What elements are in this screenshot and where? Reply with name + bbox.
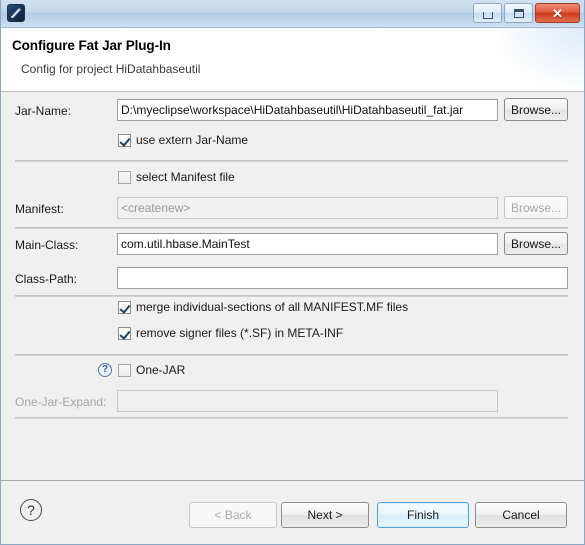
separator-jar-name <box>15 160 568 162</box>
close-icon: ✕ <box>552 5 563 21</box>
checkbox-box <box>118 170 131 184</box>
checkbox-box <box>118 363 131 377</box>
main-class-label: Main-Class: <box>15 238 79 252</box>
fat-jar-configure-dialog: ✕ Configure Fat Jar Plug-In Config for p… <box>0 0 585 545</box>
jar-name-browse-button[interactable]: Browse... <box>504 98 568 121</box>
remove-signer-checkbox[interactable]: remove signer files (*.SF) in META-INF <box>118 326 343 340</box>
fatjar-plugin-icon <box>7 4 25 22</box>
select-manifest-file-label: select Manifest file <box>136 170 235 184</box>
wizard-button-bar: ? < Back Next > Finish Cancel <box>1 480 584 544</box>
checkbox-box <box>118 300 131 314</box>
merge-sections-label: merge individual-sections of all MANIFES… <box>136 300 409 314</box>
use-extern-jar-name-checkbox[interactable]: use extern Jar-Name <box>118 133 248 147</box>
checkbox-box <box>118 326 131 340</box>
manifest-input[interactable]: <createnew> <box>117 197 498 219</box>
one-jar-label: One-JAR <box>136 363 186 377</box>
one-jar-checkbox[interactable]: One-JAR <box>118 363 185 377</box>
one-jar-expand-input[interactable] <box>117 390 498 412</box>
jar-name-label: Jar-Name: <box>15 104 72 118</box>
use-extern-jar-name-label: use extern Jar-Name <box>136 133 249 147</box>
cancel-button[interactable]: Cancel <box>475 502 567 528</box>
next-button[interactable]: Next > <box>281 502 369 528</box>
main-class-browse-button[interactable]: Browse... <box>504 232 568 255</box>
title-bar: ✕ <box>1 0 584 28</box>
minimize-button[interactable] <box>473 3 502 23</box>
merge-sections-checkbox[interactable]: merge individual-sections of all MANIFES… <box>118 300 408 314</box>
page-title: Configure Fat Jar Plug-In <box>12 38 171 53</box>
jar-name-input[interactable]: D:\myeclipse\workspace\HiDatahbaseutil\H… <box>117 99 498 121</box>
finish-button[interactable]: Finish <box>377 502 469 528</box>
close-button[interactable]: ✕ <box>535 3 580 23</box>
wizard-header: Configure Fat Jar Plug-In Config for pro… <box>1 28 584 92</box>
page-subtitle: Config for project HiDatahbaseutil <box>21 62 201 76</box>
manifest-label: Manifest: <box>15 202 64 216</box>
separator-class-path <box>15 295 568 297</box>
minimize-icon <box>482 11 493 19</box>
checkbox-box <box>118 133 131 147</box>
back-button[interactable]: < Back <box>189 502 277 528</box>
select-manifest-file-checkbox[interactable]: select Manifest file <box>118 170 235 184</box>
form-area: Jar-Name: D:\myeclipse\workspace\HiDatah… <box>1 92 584 480</box>
help-icon[interactable]: ? <box>20 499 42 521</box>
window-controls: ✕ <box>473 3 580 23</box>
separator-signer <box>15 354 568 356</box>
class-path-label: Class-Path: <box>15 272 78 286</box>
one-jar-help-icon[interactable]: ? <box>98 363 112 377</box>
remove-signer-label: remove signer files (*.SF) in META-INF <box>136 326 344 340</box>
main-class-input[interactable]: com.util.hbase.MainTest <box>117 233 498 255</box>
one-jar-expand-label: One-Jar-Expand: <box>15 395 107 409</box>
manifest-browse-button[interactable]: Browse... <box>504 196 568 219</box>
separator-one-jar <box>15 417 568 419</box>
separator-manifest <box>15 227 568 229</box>
maximize-button[interactable] <box>504 3 533 23</box>
class-path-input[interactable] <box>117 267 568 289</box>
maximize-icon <box>513 8 524 18</box>
